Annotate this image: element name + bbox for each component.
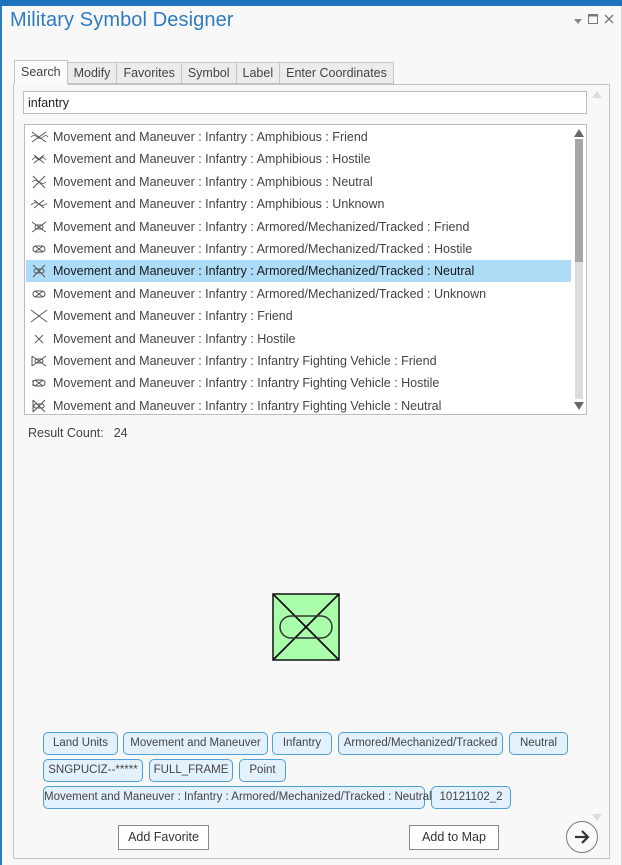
result-list-item[interactable]: Movement and Maneuver : Infantry : Amphi… [26, 148, 572, 170]
result-list-item[interactable]: Movement and Maneuver : Infantry : Armor… [26, 238, 572, 260]
add-favorite-button[interactable]: Add Favorite [118, 825, 209, 850]
arrow-right-icon [575, 830, 590, 844]
result-list-item[interactable]: Movement and Maneuver : Infantry : Amphi… [26, 126, 572, 148]
tab-favorites[interactable]: Favorites [117, 62, 182, 84]
result-count: Result Count: 24 [28, 426, 128, 440]
symbol-tag[interactable]: Neutral [509, 732, 568, 755]
result-count-label: Result Count: [28, 426, 104, 440]
result-list-item[interactable]: Movement and Maneuver : Infantry : Infan… [26, 350, 572, 372]
result-item-label: Movement and Maneuver : Infantry : Frien… [53, 309, 293, 324]
infantry-friend-icon [29, 309, 49, 323]
next-button[interactable] [566, 821, 598, 853]
infantry-armored-neutral-icon [29, 264, 49, 278]
tab-label[interactable]: Label [236, 62, 281, 84]
results-scrollbar[interactable] [571, 125, 586, 414]
symbol-tag[interactable]: Infantry [272, 732, 332, 755]
infantry-ifv-neutral-icon [29, 399, 49, 413]
infantry-armored-hostile-icon [29, 242, 49, 256]
window-controls [574, 14, 614, 26]
tab-strip: Search Modify Favorites Symbol Label Ent… [14, 60, 394, 85]
result-item-label: Movement and Maneuver : Infantry : Armor… [53, 264, 475, 279]
result-item-label: Movement and Maneuver : Infantry : Armor… [53, 219, 470, 234]
result-list-item[interactable]: Movement and Maneuver : Infantry : Infan… [26, 395, 572, 414]
scroll-down-arrow[interactable] [574, 402, 584, 410]
results-list: Movement and Maneuver : Infantry : Infan… [24, 124, 587, 415]
result-item-label: Movement and Maneuver : Infantry : Hosti… [53, 331, 296, 346]
symbol-tag[interactable]: Point [239, 759, 286, 782]
add-to-map-button[interactable]: Add to Map [409, 825, 499, 850]
infantry-amphibious-friend-icon [29, 130, 49, 144]
infantry-amphibious-hostile-icon [29, 152, 49, 166]
result-list-item[interactable]: Movement and Maneuver : Infantry : Infan… [26, 372, 572, 394]
tab-search[interactable]: Search [14, 60, 68, 85]
result-item-label: Movement and Maneuver : Infantry : Amphi… [53, 152, 371, 167]
infantry-ifv-hostile-icon [29, 376, 49, 390]
result-item-label: Movement and Maneuver : Infantry : Armor… [53, 242, 473, 256]
panel-scroll-down[interactable] [592, 814, 602, 821]
result-list-item[interactable]: Movement and Maneuver : Infantry : Frien… [26, 305, 572, 327]
maximize-icon[interactable] [588, 14, 598, 26]
dropdown-arrow-icon[interactable] [574, 14, 582, 26]
search-tab-panel: Movement and Maneuver : Infantry : Infan… [13, 84, 610, 859]
search-input[interactable] [23, 91, 587, 114]
result-list-item[interactable]: Movement and Maneuver : Infantry : Armor… [26, 260, 572, 283]
symbol-tag[interactable]: Movement and Maneuver : Infantry : Armor… [43, 786, 432, 809]
result-item-label: Movement and Maneuver : Infantry : Infan… [53, 354, 437, 368]
result-list-item[interactable]: Movement and Maneuver : Infantry : Hosti… [26, 328, 572, 350]
result-item-label: Movement and Maneuver : Infantry : Amphi… [53, 197, 385, 212]
infantry-armored-friend-icon [29, 220, 49, 234]
symbol-tag[interactable]: Movement and Maneuver [123, 732, 268, 755]
tab-symbol[interactable]: Symbol [181, 62, 237, 84]
symbol-tag[interactable]: SNGPUCIZ--***** [43, 759, 143, 782]
result-count-value: 24 [113, 426, 128, 440]
result-item-label: Movement and Maneuver : Infantry : Infan… [53, 398, 442, 413]
symbol-tag[interactable]: Land Units [43, 732, 118, 755]
panel-scroll-up[interactable] [592, 91, 602, 98]
symbol-tag[interactable]: Armored/Mechanized/Tracked [338, 732, 503, 755]
result-list-item[interactable]: Movement and Maneuver : Infantry : Armor… [26, 216, 572, 238]
result-list-item[interactable]: Movement and Maneuver : Infantry : Amphi… [26, 193, 572, 215]
symbol-preview [271, 592, 341, 665]
infantry-ifv-friend-icon [29, 354, 49, 368]
result-item-label: Movement and Maneuver : Infantry : Amphi… [53, 130, 368, 144]
infantry-amphibious-unknown-icon [29, 197, 49, 211]
infantry-amphibious-neutral-icon [29, 175, 49, 189]
result-list-item[interactable]: Movement and Maneuver : Infantry : Amphi… [26, 171, 572, 193]
result-item-label: Movement and Maneuver : Infantry : Armor… [53, 286, 487, 301]
close-icon[interactable] [604, 14, 614, 26]
result-item-label: Movement and Maneuver : Infantry : Infan… [53, 376, 440, 391]
result-list-item[interactable]: Movement and Maneuver : Infantry : Armor… [26, 283, 572, 305]
tab-enter-coordinates[interactable]: Enter Coordinates [280, 62, 394, 84]
pane-title: Military Symbol Designer [10, 9, 234, 31]
infantry-armored-unknown-icon [29, 287, 49, 301]
result-item-label: Movement and Maneuver : Infantry : Amphi… [53, 174, 373, 189]
infantry-hostile-icon [29, 332, 49, 346]
infantry-armored-neutral-symbol [272, 593, 340, 661]
scroll-thumb[interactable] [575, 139, 583, 262]
pane-accent-bar [0, 0, 622, 6]
scroll-up-arrow[interactable] [574, 129, 584, 137]
symbol-tag[interactable]: FULL_FRAME [149, 759, 233, 782]
symbol-tag[interactable]: 10121102_2 [431, 786, 511, 809]
tab-modify[interactable]: Modify [67, 62, 118, 84]
